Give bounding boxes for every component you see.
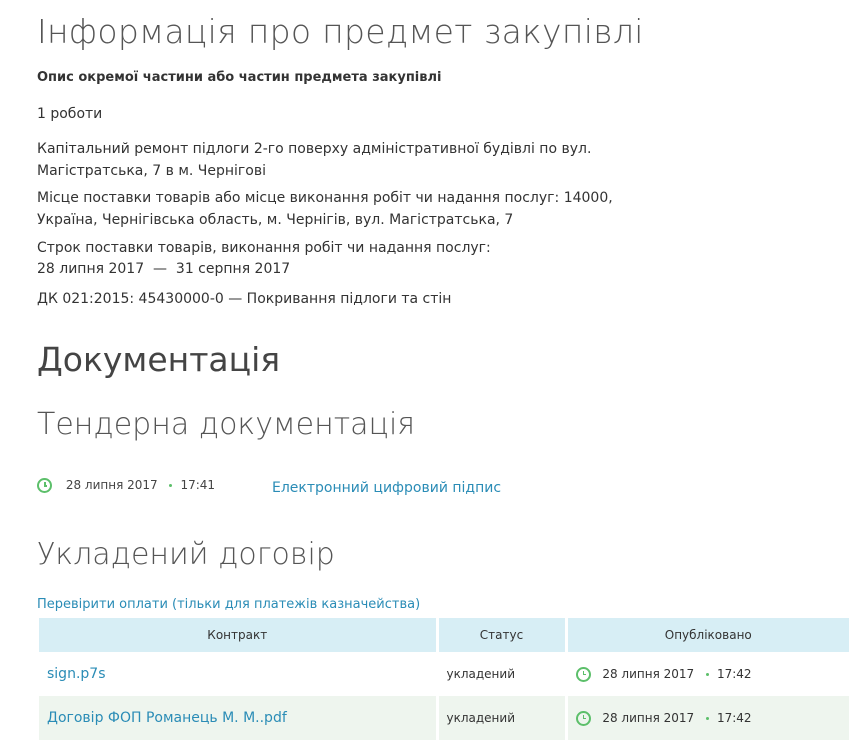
published-date: 28 липня 2017 — [602, 666, 695, 681]
doc-time: 17:41 — [180, 478, 216, 492]
delivery-term-dates: 28 липня 2017 — 31 серпня 2017 — [37, 261, 291, 277]
dot-separator — [705, 716, 709, 720]
contract-table: Контракт Статус Опубліковано sign.p7s ук… — [39, 618, 852, 740]
dot-separator — [705, 672, 709, 676]
tender-doc-heading: Тендерна документація — [37, 407, 416, 442]
column-header-contract: Контракт — [39, 618, 439, 652]
clock-icon — [37, 478, 52, 493]
table-header-row: Контракт Статус Опубліковано — [39, 618, 852, 652]
quantity-text: 1 роботи — [37, 106, 103, 122]
contract-file-link[interactable]: Договір ФОП Романець М. М..pdf — [47, 710, 287, 726]
description-text: Капітальний ремонт підлоги 2-го поверху … — [37, 141, 592, 179]
table-row: Договір ФОП Романець М. М..pdf укладений… — [39, 696, 852, 740]
published-date: 28 липня 2017 — [602, 710, 695, 725]
delivery-place-text: Місце поставки товарів або місце виконан… — [37, 190, 613, 228]
published-cell: 28 липня 2017 17:42 — [566, 652, 852, 696]
tender-doc-row: 28 липня 2017 17:41 Електронний цифровий… — [37, 478, 737, 500]
published-time: 17:42 — [716, 666, 752, 681]
table-row: sign.p7s укладений 28 липня 2017 17:42 — [39, 652, 852, 696]
contract-status: укладений — [437, 652, 568, 696]
page-title: Інформація про предмет закупівлі — [37, 12, 644, 51]
clock-icon — [575, 666, 591, 682]
column-header-status: Статус — [437, 618, 568, 652]
column-header-published: Опубліковано — [566, 618, 852, 652]
doc-date: 28 липня 2017 — [65, 478, 158, 492]
contract-file-link[interactable]: sign.p7s — [47, 666, 105, 682]
published-time: 17:42 — [716, 710, 752, 725]
delivery-term-label: Строк поставки товарів, виконання робіт … — [37, 240, 491, 256]
contract-status: укладений — [437, 696, 568, 740]
dot-separator — [169, 484, 173, 487]
documentation-heading: Документація — [37, 340, 281, 379]
section-subtitle: Опис окремої частини або частин предмета… — [37, 70, 442, 85]
classifier-text: ДК 021:2015: 45430000-0 — Покривання під… — [37, 291, 452, 307]
contract-heading: Укладений договір — [37, 537, 335, 572]
clock-icon — [575, 710, 591, 726]
digital-signature-link[interactable]: Електронний цифровий підпис — [272, 480, 501, 496]
published-cell: 28 липня 2017 17:42 — [566, 696, 852, 740]
check-payments-link[interactable]: Перевірити оплати (тільки для платежів к… — [37, 597, 420, 612]
